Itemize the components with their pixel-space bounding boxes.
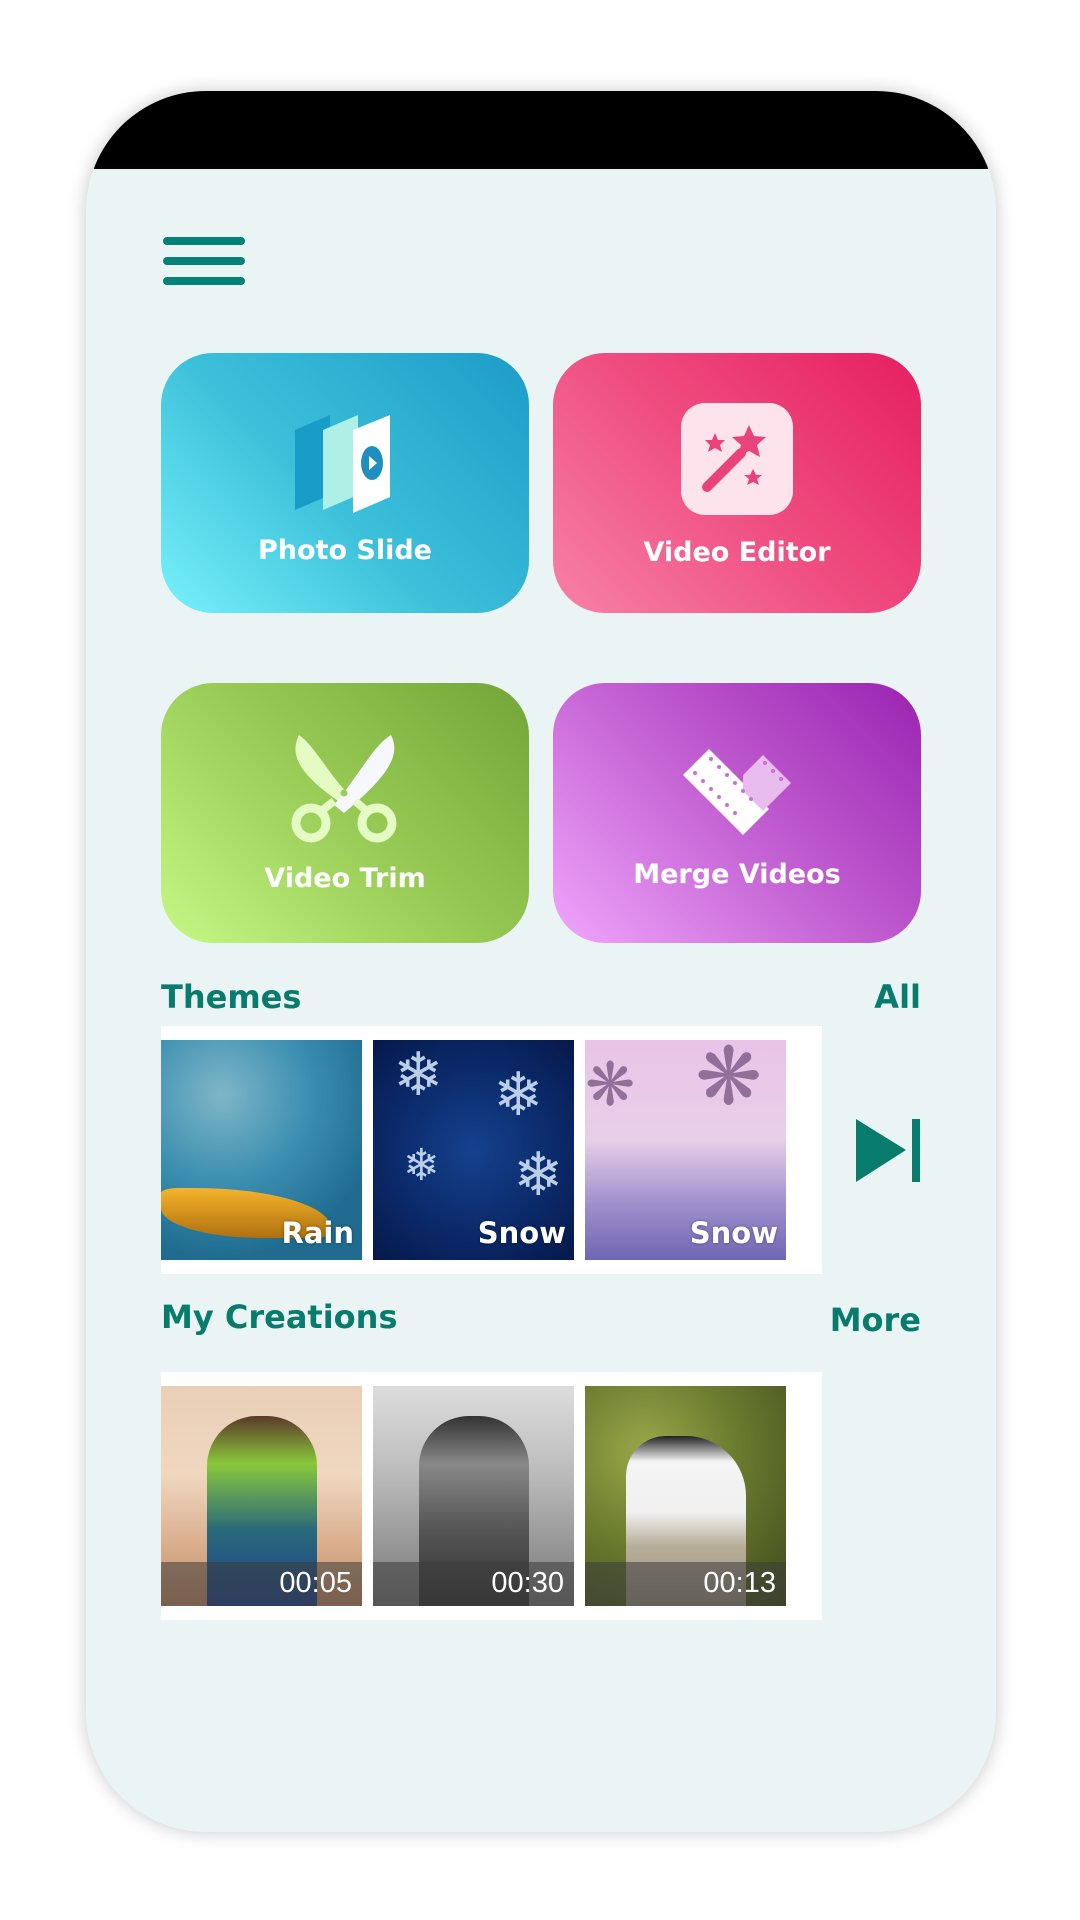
my-creations-heading: My Creations <box>161 1298 398 1336</box>
phone-frame: Photo Slide Video Editor Video Trim Merg… <box>86 91 996 1832</box>
theme-item[interactable]: Rain <box>161 1040 362 1260</box>
photo-slide-button[interactable]: Photo Slide <box>161 353 529 613</box>
photo-slides-icon <box>295 415 390 513</box>
snowflake-image: ❄ <box>393 1040 444 1110</box>
snowflake-image: ❄ <box>513 1140 564 1210</box>
magic-wand-icon <box>681 403 793 515</box>
creations-panel: 00:05 00:30 00:13 <box>161 1372 822 1620</box>
tree-image: ❋ <box>695 1040 763 1123</box>
creation-item[interactable]: 00:30 <box>373 1386 574 1606</box>
film-heart-icon <box>683 749 791 835</box>
tree-image: ❋ <box>585 1050 636 1120</box>
video-trim-label: Video Trim <box>264 863 426 894</box>
merge-videos-label: Merge Videos <box>633 859 841 890</box>
creations-more-link[interactable]: More <box>830 1301 921 1339</box>
duration-label: 00:30 <box>491 1567 564 1599</box>
snowflake-image: ❄ <box>403 1140 440 1191</box>
hamburger-menu-icon[interactable] <box>163 237 245 285</box>
theme-label: Snow <box>477 1216 566 1250</box>
merge-videos-button[interactable]: Merge Videos <box>553 683 921 943</box>
creation-item[interactable]: 00:05 <box>161 1386 362 1606</box>
themes-panel: Rain ❄ ❄ ❄ ❄ Snow ❋ ❋ Snow <box>161 1026 822 1274</box>
theme-label: Snow <box>689 1216 778 1250</box>
video-editor-button[interactable]: Video Editor <box>553 353 921 613</box>
theme-item[interactable]: ❋ ❋ Snow <box>585 1040 786 1260</box>
duration-label: 00:13 <box>703 1567 776 1599</box>
photo-slide-label: Photo Slide <box>257 535 432 566</box>
video-editor-label: Video Editor <box>643 537 831 568</box>
scissors-icon <box>291 735 397 843</box>
duration-label: 00:05 <box>279 1567 352 1599</box>
theme-item[interactable]: ❄ ❄ ❄ ❄ Snow <box>373 1040 574 1260</box>
themes-heading: Themes <box>161 978 302 1016</box>
snowflake-image: ❄ <box>493 1060 544 1130</box>
skip-next-icon[interactable] <box>856 1119 923 1182</box>
themes-all-link[interactable]: All <box>874 978 921 1016</box>
theme-label: Rain <box>281 1216 355 1250</box>
video-trim-button[interactable]: Video Trim <box>161 683 529 943</box>
status-bar <box>86 91 996 169</box>
creation-item[interactable]: 00:13 <box>585 1386 786 1606</box>
